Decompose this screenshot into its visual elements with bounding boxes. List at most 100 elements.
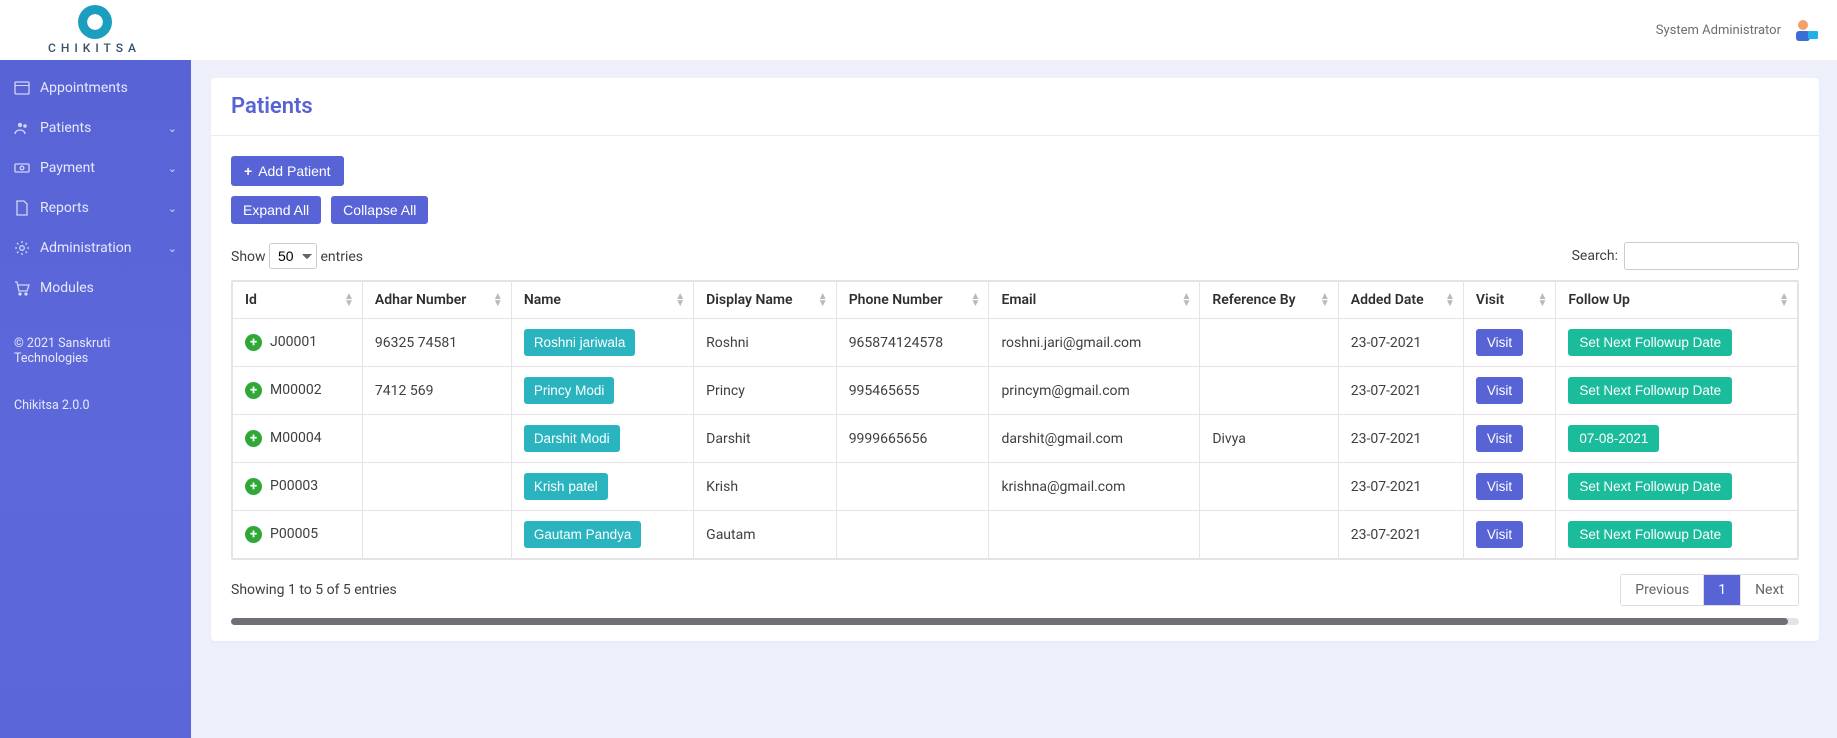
sidebar-item-reports[interactable]: Reports⌄	[0, 188, 191, 228]
visit-button[interactable]: Visit	[1476, 473, 1523, 500]
cell-adhar: 96325 74581	[362, 319, 511, 367]
column-reference-by[interactable]: Reference By▲▼	[1200, 282, 1338, 319]
users-icon	[14, 120, 30, 136]
chevron-down-icon: ⌄	[168, 162, 177, 175]
chevron-down-icon: ⌄	[168, 202, 177, 215]
sidebar-version: Chikitsa 2.0.0	[0, 394, 191, 427]
table-row: +P00005Gautam PandyaGautam23-07-2021Visi…	[233, 511, 1798, 559]
search-label: Search:	[1572, 248, 1618, 264]
patient-name-button[interactable]: Roshni jariwala	[524, 329, 636, 356]
sidebar-item-label: Patients	[40, 120, 91, 136]
expand-row-button[interactable]: +	[245, 478, 262, 495]
cell-email: princym@gmail.com	[989, 367, 1200, 415]
cell-ref: Divya	[1200, 415, 1338, 463]
cell-phone: 9999665656	[836, 415, 989, 463]
page-prev[interactable]: Previous	[1621, 575, 1703, 605]
cash-icon	[14, 160, 30, 176]
patients-table-wrap: Id▲▼ Adhar Number ▲▼ Name▲▼ Display Name ▲▼ Ph…	[231, 280, 1799, 560]
sidebar-item-payment[interactable]: Payment ⌄	[0, 148, 191, 188]
cell-adhar	[362, 511, 511, 559]
cell-display: Darshit	[694, 415, 837, 463]
cell-id: M00002	[270, 382, 322, 398]
column-label: Email	[1001, 292, 1036, 308]
cell-display: Princy	[694, 367, 837, 415]
patients-table: Id▲▼ Adhar Number ▲▼ Name▲▼ Display Name ▲▼ Ph…	[232, 281, 1798, 559]
topbar-user[interactable]: System Administrator	[1656, 17, 1819, 43]
column-phone-number[interactable]: Phone Number▲▼	[836, 282, 989, 319]
cell-phone	[836, 463, 989, 511]
expand-row-button[interactable]: +	[245, 430, 262, 447]
cell-adhar: 7412 569	[362, 367, 511, 415]
sort-icon: ▲▼	[493, 293, 503, 307]
cell-added: 23-07-2021	[1338, 463, 1463, 511]
column-label: Id	[245, 292, 257, 308]
expand-row-button[interactable]: +	[245, 526, 262, 543]
expand-all-button[interactable]: Expand All	[231, 196, 321, 224]
brand-logo[interactable]: CHIKITSA	[48, 5, 141, 55]
sidebar-item-patients[interactable]: Patients⌄	[0, 108, 191, 148]
patient-name-button[interactable]: Krish patel	[524, 473, 608, 500]
column-visit[interactable]: Visit▲▼	[1463, 282, 1555, 319]
cell-display: Roshni	[694, 319, 837, 367]
column-follow-up[interactable]: Follow Up▲▼	[1556, 282, 1798, 319]
column-label: Follow Up	[1568, 292, 1630, 308]
followup-button[interactable]: Set Next Followup Date	[1568, 377, 1732, 404]
column-email[interactable]: Email▲▼	[989, 282, 1200, 319]
patient-name-button[interactable]: Darshit Modi	[524, 425, 620, 452]
column-label: Reference By	[1212, 292, 1295, 308]
visit-button[interactable]: Visit	[1476, 377, 1523, 404]
logo-icon	[78, 5, 112, 39]
sidebar-item-appointments[interactable]: Appointments	[0, 68, 191, 108]
column-label: Display Name	[706, 292, 792, 308]
page-next[interactable]: Next	[1740, 575, 1798, 605]
followup-button[interactable]: Set Next Followup Date	[1568, 473, 1732, 500]
cell-added: 23-07-2021	[1338, 511, 1463, 559]
horizontal-scrollbar[interactable]	[231, 618, 1799, 625]
cell-id: J00001	[270, 334, 317, 350]
table-row: +P00003Krish patelKrishkrishna@gmail.com…	[233, 463, 1798, 511]
cell-display: Gautam	[694, 511, 837, 559]
cell-added: 23-07-2021	[1338, 319, 1463, 367]
column-adhar-number[interactable]: Adhar Number ▲▼	[362, 282, 511, 319]
followup-button[interactable]: 07-08-2021	[1568, 425, 1659, 452]
page-title: Patients	[231, 94, 1799, 119]
gear-icon	[14, 240, 30, 256]
followup-button[interactable]: Set Next Followup Date	[1568, 329, 1732, 356]
show-label-pre: Show	[231, 249, 266, 265]
column-name[interactable]: Name▲▼	[511, 282, 693, 319]
search-input[interactable]	[1624, 242, 1799, 270]
followup-button[interactable]: Set Next Followup Date	[1568, 521, 1732, 548]
sidebar-item-modules[interactable]: Modules	[0, 268, 191, 308]
document-icon	[14, 200, 30, 216]
visit-button[interactable]: Visit	[1476, 329, 1523, 356]
visit-button[interactable]: Visit	[1476, 425, 1523, 452]
expand-row-button[interactable]: +	[245, 382, 262, 399]
add-patient-button[interactable]: + Add Patient	[231, 156, 344, 186]
cell-ref	[1200, 511, 1338, 559]
sidebar-item-label: Payment	[40, 160, 95, 176]
cell-email: darshit@gmail.com	[989, 415, 1200, 463]
show-label-post: entries	[321, 249, 364, 265]
cart-icon	[14, 280, 30, 296]
column-label: Adhar Number	[375, 292, 466, 308]
sort-icon: ▲▼	[818, 293, 828, 307]
visit-button[interactable]: Visit	[1476, 521, 1523, 548]
avatar-icon	[1793, 17, 1819, 43]
sidebar-copyright: © 2021 Sanskruti Technologies	[0, 322, 191, 380]
column-added-date[interactable]: Added Date▲▼	[1338, 282, 1463, 319]
collapse-all-button[interactable]: Collapse All	[331, 196, 428, 224]
expand-row-button[interactable]: +	[245, 334, 262, 351]
patient-name-button[interactable]: Princy Modi	[524, 377, 615, 404]
cell-phone	[836, 511, 989, 559]
page-1[interactable]: 1	[1703, 575, 1740, 605]
entries-select[interactable]: 50	[269, 243, 317, 269]
column-display-name[interactable]: Display Name ▲▼	[694, 282, 837, 319]
entries-selector: Show 50 entries	[231, 243, 363, 269]
sidebar-item-administration[interactable]: Administration⌄	[0, 228, 191, 268]
cell-added: 23-07-2021	[1338, 367, 1463, 415]
sidebar-item-label: Administration	[40, 240, 131, 256]
cell-ref	[1200, 463, 1338, 511]
pagination: Previous 1 Next	[1620, 574, 1799, 606]
column-id[interactable]: Id▲▼	[233, 282, 363, 319]
patient-name-button[interactable]: Gautam Pandya	[524, 521, 642, 548]
